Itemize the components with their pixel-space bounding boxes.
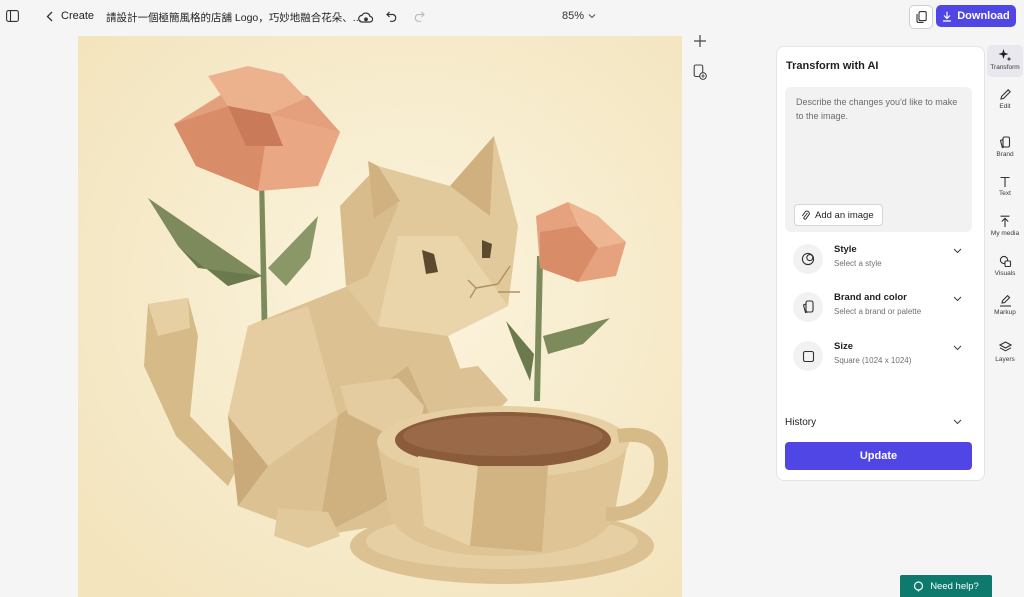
rail-markup-label: Markup [994, 309, 1016, 316]
rail-my-media-label: My media [990, 230, 1020, 237]
rail-text[interactable]: Text [987, 176, 1023, 197]
lowpoly-cat-teacup-illustration [78, 36, 682, 597]
sidebar-toggle-icon[interactable] [5, 9, 19, 23]
rail-transform[interactable]: Transform [987, 45, 1023, 77]
duplicate-page-icon[interactable] [690, 62, 710, 82]
chevron-down-icon [588, 14, 596, 19]
style-option[interactable]: Style Select a style [785, 239, 972, 279]
need-help-button[interactable]: Need help? [900, 575, 992, 597]
add-page-icon[interactable] [690, 31, 710, 51]
help-headset-icon [914, 580, 924, 591]
square-icon [793, 341, 823, 371]
create-label: Create [61, 10, 95, 22]
chevron-down-icon [953, 419, 962, 425]
back-to-create-button[interactable]: Create [46, 10, 94, 22]
brand-kit-icon [999, 136, 1011, 149]
rail-text-label: Text [999, 190, 1011, 197]
shapes-icon [999, 255, 1011, 268]
design-title[interactable]: 請設計一個極簡風格的店舖 Logo，巧妙地融合花朵、... [106, 10, 362, 25]
rail-layers[interactable]: Layers [987, 341, 1023, 363]
pages-button[interactable] [909, 5, 933, 29]
rail-brand[interactable]: Brand [987, 136, 1023, 158]
download-label: Download [957, 10, 1010, 22]
style-subtitle: Select a style [834, 259, 882, 268]
prompt-placeholder: Describe the changes you'd like to make … [796, 97, 958, 121]
download-button[interactable]: Download [936, 5, 1016, 27]
sparkle-icon [998, 49, 1012, 62]
design-canvas[interactable] [78, 36, 682, 597]
rail-visuals[interactable]: Visuals [987, 255, 1023, 277]
top-bar: Create 請設計一個極簡風格的店舖 Logo，巧妙地融合花朵、... 85%… [0, 0, 1024, 34]
save-status-icon[interactable] [357, 9, 373, 25]
paperclip-icon [801, 210, 810, 220]
rail-layers-label: Layers [995, 356, 1015, 363]
zoom-dropdown[interactable]: 85% [562, 10, 596, 22]
chevron-down-icon [953, 248, 962, 254]
markup-pen-icon [999, 294, 1011, 307]
zoom-level: 85% [562, 10, 585, 22]
style-icon [793, 244, 823, 274]
size-subtitle: Square (1024 x 1024) [834, 356, 912, 365]
rail-markup[interactable]: Markup [987, 294, 1023, 316]
brand-color-subtitle: Select a brand or palette [834, 307, 922, 316]
panel-title: Transform with AI [786, 60, 879, 72]
add-image-label: Add an image [815, 209, 874, 221]
undo-icon[interactable] [385, 9, 399, 23]
add-image-button[interactable]: Add an image [794, 204, 883, 226]
brand-icon [793, 292, 823, 322]
layers-icon [998, 341, 1012, 352]
need-help-label: Need help? [930, 580, 979, 592]
size-option[interactable]: Size Square (1024 x 1024) [785, 336, 972, 376]
rail-brand-label: Brand [996, 151, 1014, 158]
history-section[interactable]: History [785, 413, 972, 433]
rail-visuals-label: Visuals [994, 270, 1016, 277]
pencil-icon [999, 89, 1011, 100]
chevron-down-icon [953, 296, 962, 302]
history-label: History [785, 417, 817, 428]
rail-edit-label: Edit [999, 103, 1011, 110]
style-title: Style [834, 244, 857, 255]
transform-panel: Transform with AI Describe the changes y… [776, 46, 985, 481]
download-icon [943, 11, 952, 22]
redo-icon[interactable] [412, 9, 426, 23]
size-title: Size [834, 341, 854, 352]
prompt-input[interactable]: Describe the changes you'd like to make … [785, 87, 972, 232]
update-button[interactable]: Update [785, 442, 972, 470]
chevron-down-icon [953, 345, 962, 351]
text-icon [1000, 176, 1010, 187]
rail-transform-label: Transform [990, 64, 1020, 71]
brand-color-option[interactable]: Brand and color Select a brand or palett… [785, 287, 972, 327]
rail-my-media[interactable]: My media [987, 215, 1023, 237]
chevron-left-icon [46, 11, 53, 21]
brand-color-title: Brand and color [834, 292, 907, 303]
rail-edit[interactable]: Edit [987, 88, 1023, 110]
upload-icon [1000, 215, 1010, 227]
pages-icon [915, 11, 927, 23]
